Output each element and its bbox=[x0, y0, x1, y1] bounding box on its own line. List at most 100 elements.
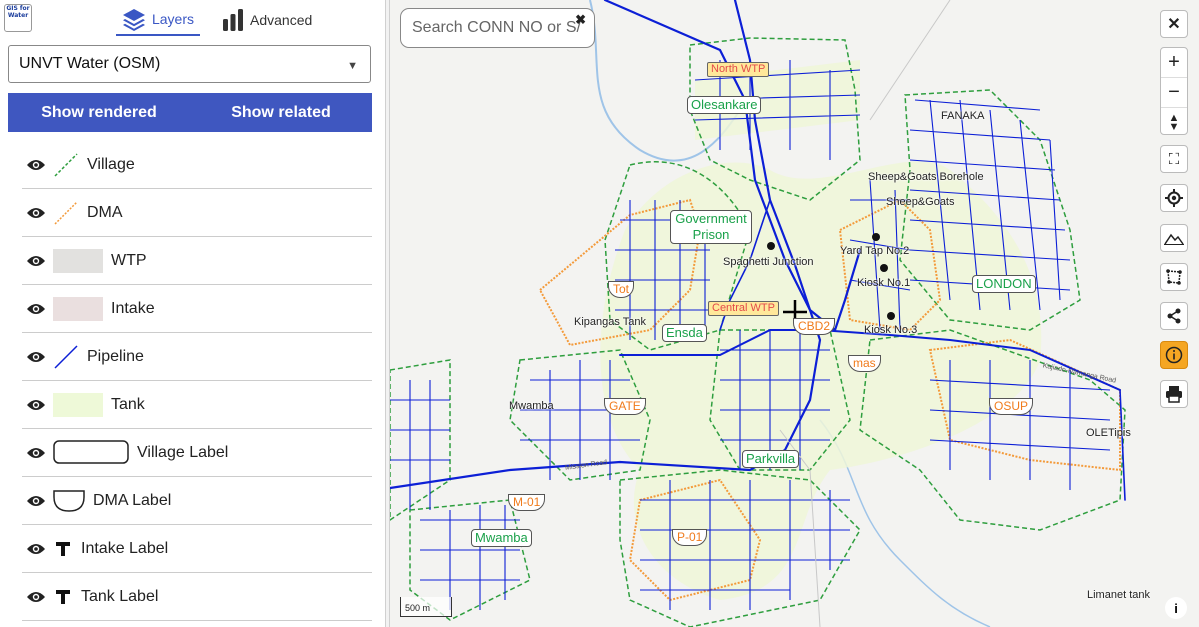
legend-item-dma: DMA bbox=[22, 189, 372, 237]
tab-advanced-label: Advanced bbox=[250, 12, 313, 28]
eye-icon[interactable] bbox=[22, 302, 50, 316]
fullscreen-button[interactable]: ⛶ bbox=[1160, 145, 1188, 173]
dma-label[interactable]: mas bbox=[848, 355, 881, 372]
legend-item-dma-label: DMA Label bbox=[22, 477, 372, 525]
eye-icon[interactable] bbox=[22, 494, 50, 508]
intake-fill-symbol bbox=[53, 296, 103, 321]
place-label: Limanet tank bbox=[1087, 589, 1150, 601]
legend-label: DMA bbox=[87, 203, 123, 221]
legend-item-wtp: WTP bbox=[22, 237, 372, 285]
sidebar: GIS for Water Layers Advanced UNVT Water… bbox=[0, 0, 386, 627]
tab-advanced[interactable]: Advanced bbox=[222, 4, 312, 36]
zoom-out-button[interactable]: − bbox=[1161, 77, 1187, 107]
scale-bar: 500 m bbox=[400, 597, 452, 617]
zoom-controls: + − ▲ ▼ bbox=[1160, 47, 1188, 135]
dma-line-symbol bbox=[53, 200, 79, 226]
place-label: FANAKA bbox=[941, 110, 985, 122]
sidebar-topbar: GIS for Water Layers Advanced bbox=[0, 0, 385, 36]
info-icon bbox=[1165, 346, 1183, 364]
village-label[interactable]: Government Prison bbox=[670, 210, 752, 244]
dma-label-symbol bbox=[53, 489, 85, 513]
place-label: Sheep&Goats bbox=[886, 196, 955, 208]
dma-label[interactable]: GATE bbox=[604, 398, 646, 415]
legend-item-tank: Tank bbox=[22, 381, 372, 429]
show-rendered-button[interactable]: Show rendered bbox=[8, 93, 190, 132]
search-box[interactable]: Search CONN NO or S/ ✖ bbox=[400, 8, 595, 48]
tab-layers-label: Layers bbox=[151, 11, 195, 27]
legend-label: Pipeline bbox=[87, 347, 144, 365]
legend-label: Tank Label bbox=[81, 587, 159, 605]
text-symbol-icon bbox=[53, 587, 73, 607]
legend-list: Village DMA WTP Intake Pipeline Tank Vil… bbox=[22, 141, 372, 621]
polygon-icon bbox=[1166, 269, 1182, 285]
dma-label[interactable]: M-01 bbox=[508, 494, 546, 511]
terrain-button[interactable] bbox=[1160, 224, 1188, 252]
draw-polygon-button[interactable] bbox=[1160, 263, 1188, 291]
share-icon bbox=[1167, 308, 1181, 324]
eye-icon[interactable] bbox=[22, 542, 50, 556]
print-button[interactable] bbox=[1160, 380, 1188, 408]
close-button[interactable]: ✕ bbox=[1160, 10, 1188, 38]
legend-item-village: Village bbox=[22, 141, 372, 189]
map-view[interactable]: North WTP Central WTP Olesankare Governm… bbox=[390, 0, 1199, 627]
dma-label[interactable]: OSUP bbox=[989, 398, 1034, 415]
legend-label: DMA Label bbox=[93, 491, 172, 509]
legend-label: Intake bbox=[111, 299, 155, 317]
gis-for-water-logo: GIS for Water bbox=[4, 4, 32, 32]
wtp-fill-symbol bbox=[53, 248, 103, 273]
attribution-info-icon[interactable]: i bbox=[1165, 597, 1187, 619]
eye-icon[interactable] bbox=[22, 446, 50, 460]
wtp-label[interactable]: Central WTP bbox=[708, 301, 779, 316]
tank-fill-symbol bbox=[53, 392, 103, 417]
close-icon: ✕ bbox=[1167, 16, 1181, 33]
legend-item-intake: Intake bbox=[22, 285, 372, 333]
eye-icon[interactable] bbox=[22, 398, 50, 412]
village-label[interactable]: Parkvilla bbox=[742, 450, 800, 468]
printer-icon bbox=[1166, 386, 1182, 403]
compass-icon: ▲ ▼ bbox=[1168, 111, 1180, 133]
place-label: Kiosk No.3 bbox=[864, 324, 918, 336]
village-line-symbol bbox=[53, 152, 79, 178]
mountain-icon bbox=[1164, 233, 1184, 245]
show-related-button[interactable]: Show related bbox=[190, 93, 372, 132]
place-label: Kipangas Tank bbox=[574, 316, 646, 328]
legend-label: Village bbox=[87, 155, 135, 173]
style-select[interactable]: UNVT Water (OSM) ▼ bbox=[8, 45, 371, 83]
village-label[interactable]: Mwamba bbox=[471, 529, 532, 547]
village-label[interactable]: LONDON bbox=[972, 275, 1036, 293]
share-button[interactable] bbox=[1160, 302, 1188, 330]
eye-icon[interactable] bbox=[22, 590, 50, 604]
info-panel-button[interactable] bbox=[1160, 341, 1188, 369]
text-symbol-icon bbox=[53, 539, 73, 559]
eye-icon[interactable] bbox=[22, 254, 50, 268]
tab-layers[interactable]: Layers bbox=[116, 4, 200, 36]
caret-down-icon: ▼ bbox=[347, 60, 358, 72]
fullscreen-icon: ⛶ bbox=[1168, 150, 1180, 168]
search-input[interactable]: Search CONN NO or S/ bbox=[412, 19, 581, 37]
action-bar: Show rendered Show related bbox=[8, 93, 372, 132]
legend-label: Tank bbox=[111, 395, 145, 413]
village-label[interactable]: Olesankare bbox=[687, 96, 762, 114]
place-label: OLETipis bbox=[1086, 427, 1131, 439]
village-label[interactable]: Ensda bbox=[662, 324, 707, 342]
zoom-in-button[interactable]: + bbox=[1161, 48, 1187, 77]
style-select-value: UNVT Water (OSM) bbox=[19, 55, 161, 72]
layers-icon bbox=[122, 9, 145, 31]
geolocate-button[interactable] bbox=[1160, 184, 1188, 212]
dma-label[interactable]: P-01 bbox=[672, 529, 708, 546]
eye-icon[interactable] bbox=[22, 158, 50, 172]
eye-icon[interactable] bbox=[22, 350, 50, 364]
compass-button[interactable]: ▲ ▼ bbox=[1161, 107, 1187, 137]
village-label-symbol bbox=[53, 439, 129, 466]
legend-item-pipeline: Pipeline bbox=[22, 333, 372, 381]
dma-label[interactable]: CBD2 bbox=[793, 318, 836, 335]
legend-item-intake-label: Intake Label bbox=[22, 525, 372, 573]
pipeline-line-symbol bbox=[53, 344, 79, 370]
locate-icon bbox=[1165, 189, 1183, 207]
legend-item-village-label: Village Label bbox=[22, 429, 372, 477]
place-label: Kiosk No.1 bbox=[857, 277, 911, 289]
eye-icon[interactable] bbox=[22, 206, 50, 220]
wtp-label[interactable]: North WTP bbox=[707, 62, 770, 77]
place-label: Mwamba bbox=[509, 400, 554, 412]
close-icon[interactable]: ✖ bbox=[575, 12, 586, 28]
